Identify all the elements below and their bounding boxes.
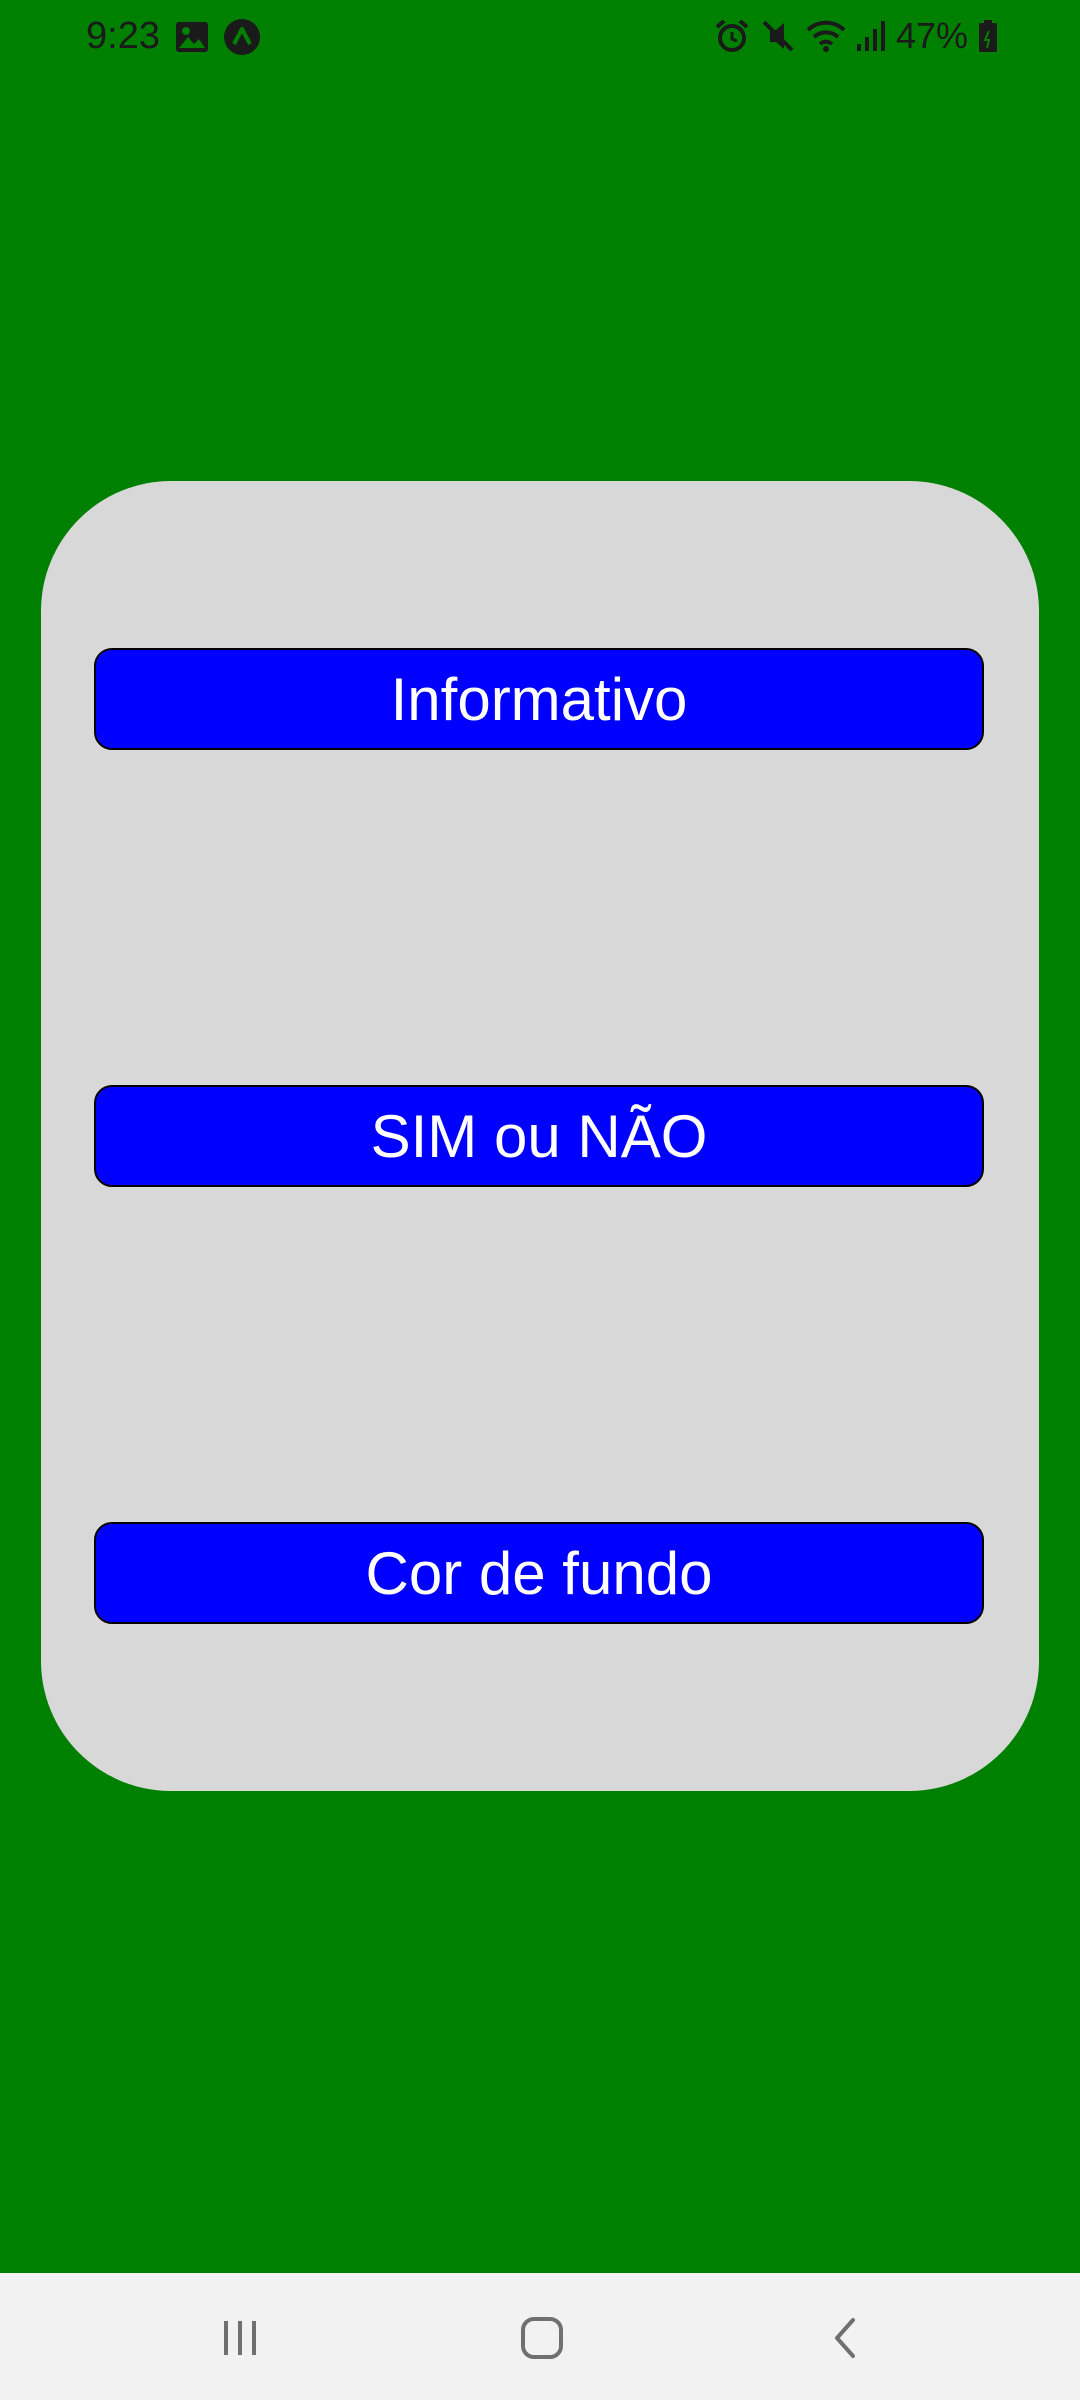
app-notification-icon — [223, 18, 261, 56]
status-bar: 9:23 47% — [0, 0, 1080, 75]
dialog-card: Informativo SIM ou NÃO Cor de fundo — [41, 481, 1039, 1791]
wifi-icon — [806, 19, 846, 53]
status-right-group: 47% — [714, 14, 998, 58]
sim-ou-nao-button[interactable]: SIM ou NÃO — [94, 1085, 984, 1187]
informativo-button[interactable]: Informativo — [94, 648, 984, 750]
battery-percent: 47% — [895, 15, 968, 56]
home-icon[interactable] — [507, 2303, 577, 2373]
alarm-icon — [714, 18, 750, 54]
status-time: 9:23 — [86, 15, 160, 57]
mute-icon — [760, 18, 796, 54]
app-screen: 9:23 47% Informativo SIM ou NÃO Cor de f… — [0, 0, 1080, 2400]
back-icon[interactable] — [810, 2303, 880, 2373]
cor-de-fundo-button[interactable]: Cor de fundo — [94, 1522, 984, 1624]
status-left-icons — [175, 18, 261, 56]
battery-icon — [978, 19, 998, 53]
navigation-bar — [0, 2273, 1080, 2400]
recents-icon[interactable] — [205, 2303, 275, 2373]
image-icon — [175, 21, 209, 53]
signal-icon — [856, 20, 886, 52]
